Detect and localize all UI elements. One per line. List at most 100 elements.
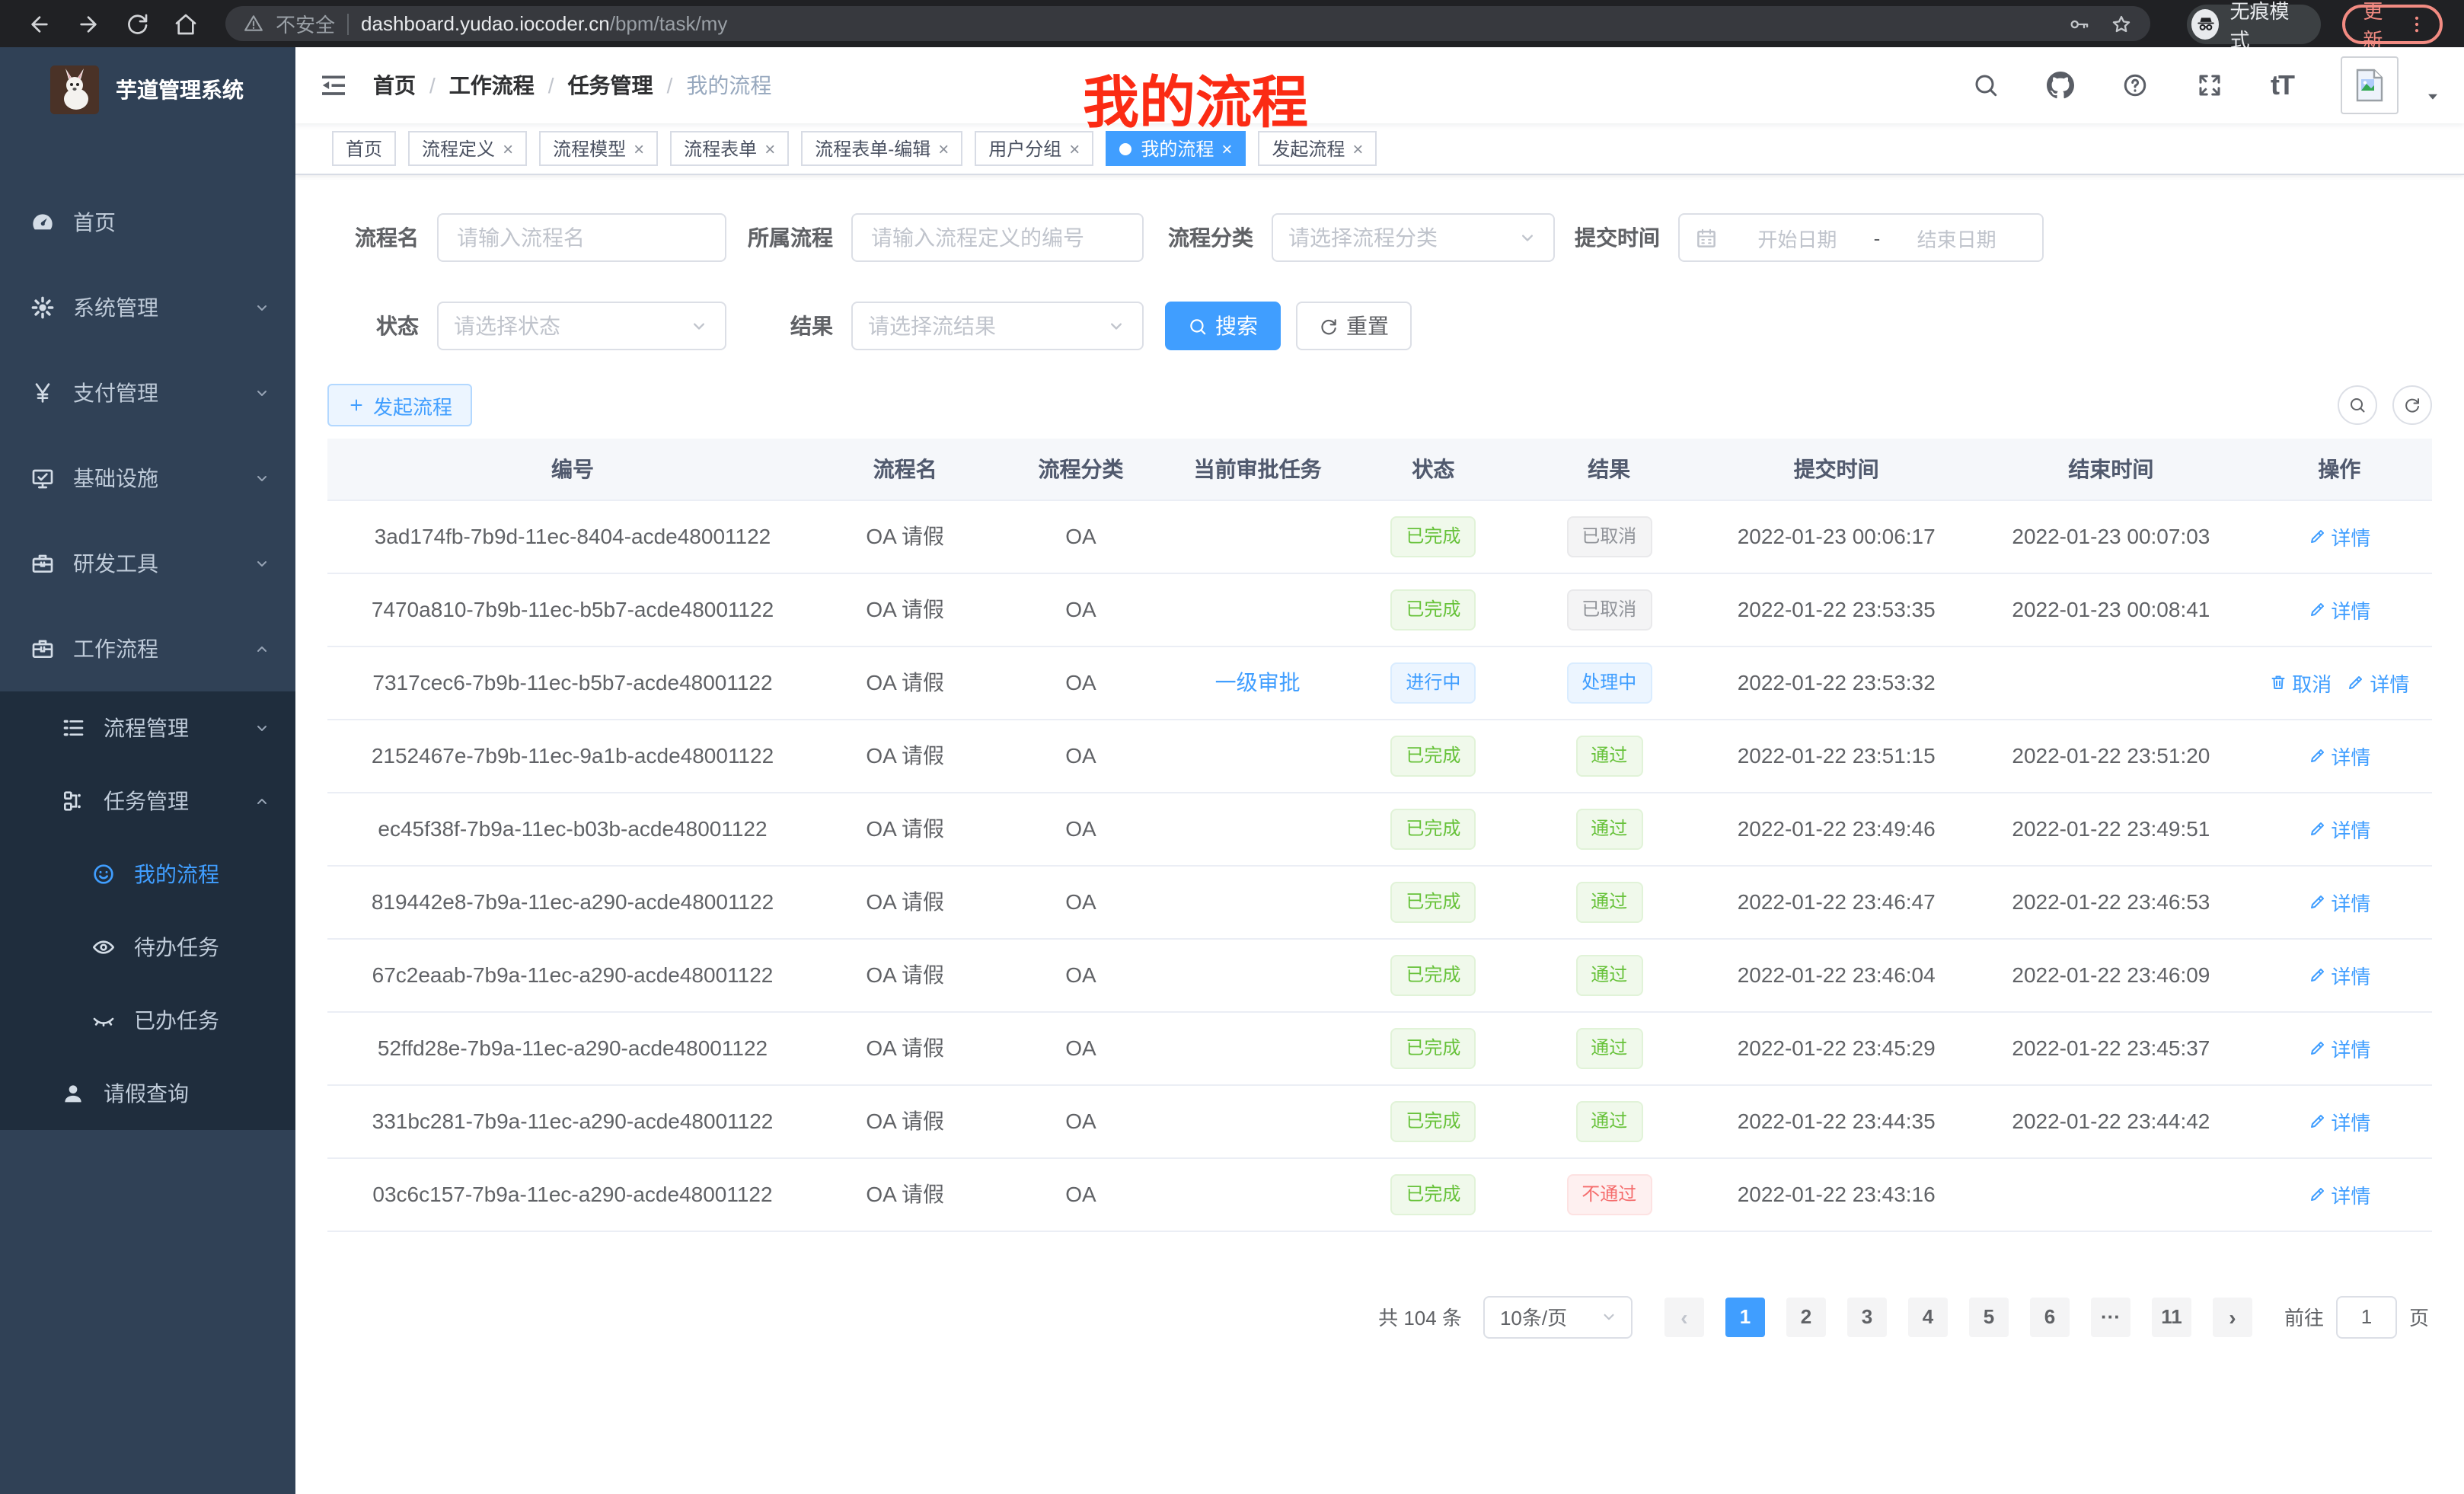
chevron-down-icon xyxy=(1599,1307,1619,1326)
action-label: 详情 xyxy=(2331,1033,2370,1062)
breadcrumb-item[interactable]: 任务管理 xyxy=(568,70,653,101)
detail-action-link[interactable]: 详情 xyxy=(2308,741,2370,770)
table-row: 52ffd28e-7b9a-11ec-a290-acde48001122OA 请… xyxy=(327,1011,2432,1084)
key-icon[interactable] xyxy=(2068,13,2089,34)
current-task-link[interactable]: 一级审批 xyxy=(1215,670,1301,694)
tab-我的流程[interactable]: 我的流程× xyxy=(1106,131,1246,166)
name-input[interactable] xyxy=(437,213,726,262)
reload-icon[interactable] xyxy=(125,11,149,36)
goto-page-input[interactable] xyxy=(2336,1295,2397,1338)
refresh-icon xyxy=(1319,316,1339,336)
page-button-1[interactable]: 1 xyxy=(1725,1297,1765,1336)
home-icon[interactable] xyxy=(174,11,198,36)
sidebar-item-workflow[interactable]: 工作流程 xyxy=(0,606,295,691)
cell-result: 通过 xyxy=(1521,1011,1697,1084)
refresh-table-button[interactable] xyxy=(2392,385,2432,425)
detail-action-link[interactable]: 详情 xyxy=(2308,960,2370,989)
sidebar-item-leave-query[interactable]: 请假查询 xyxy=(0,1057,295,1130)
category-select[interactable]: 请选择流程分类 xyxy=(1272,213,1555,262)
tab-流程定义[interactable]: 流程定义× xyxy=(408,131,527,166)
tab-close-icon[interactable]: × xyxy=(1352,138,1363,159)
detail-action-link[interactable]: 详情 xyxy=(2308,1033,2370,1062)
tab-close-icon[interactable]: × xyxy=(634,138,644,159)
detail-action-link[interactable]: 详情 xyxy=(2308,814,2370,843)
avatar[interactable] xyxy=(2341,56,2399,114)
tab-首页[interactable]: 首页 xyxy=(332,131,396,166)
detail-action-link[interactable]: 详情 xyxy=(2308,1106,2370,1135)
back-icon[interactable] xyxy=(27,11,52,36)
detail-action-link[interactable]: 详情 xyxy=(2347,668,2409,697)
page-button-11[interactable]: 11 xyxy=(2152,1297,2191,1336)
tab-流程表单[interactable]: 流程表单× xyxy=(670,131,789,166)
start-date-placeholder[interactable]: 开始日期 xyxy=(1727,223,1868,252)
security-label[interactable]: 不安全 xyxy=(276,9,335,38)
tab-流程表单-编辑[interactable]: 流程表单-编辑× xyxy=(801,131,962,166)
main-content: 流程名 所属流程 流程分类 请选择流程分类 提交时间 开始日期 - 结束日期 状… xyxy=(295,175,2464,1494)
sidebar-item-system[interactable]: 系统管理 xyxy=(0,265,295,350)
sidebar-item-infrastructure[interactable]: 基础设施 xyxy=(0,436,295,521)
next-page-button[interactable]: › xyxy=(2213,1297,2252,1336)
tab-发起流程[interactable]: 发起流程× xyxy=(1258,131,1377,166)
detail-action-link[interactable]: 详情 xyxy=(2308,595,2370,624)
tab-close-icon[interactable]: × xyxy=(764,138,775,159)
cell-end-time xyxy=(1975,1157,2247,1231)
page-button-2[interactable]: 2 xyxy=(1786,1297,1826,1336)
tab-close-icon[interactable]: × xyxy=(1069,138,1080,159)
sidebar-item-done-task[interactable]: 已办任务 xyxy=(0,984,295,1057)
prev-page-button[interactable]: ‹ xyxy=(1664,1297,1704,1336)
sidebar-item-my-process[interactable]: 我的流程 xyxy=(0,838,295,911)
search-icon[interactable] xyxy=(1960,72,2012,99)
fontsize-icon[interactable]: tT xyxy=(2258,69,2306,101)
detail-action-link[interactable]: 详情 xyxy=(2308,1180,2370,1208)
page-button-4[interactable]: 4 xyxy=(1908,1297,1948,1336)
toggle-search-button[interactable] xyxy=(2338,385,2377,425)
star-icon[interactable] xyxy=(2111,13,2132,34)
menu-dots-icon[interactable] xyxy=(2406,13,2427,34)
action-label: 详情 xyxy=(2331,814,2370,843)
result-badge: 通过 xyxy=(1575,1100,1642,1141)
sidebar-item-todo-task[interactable]: 待办任务 xyxy=(0,911,295,984)
reset-button[interactable]: 重置 xyxy=(1296,302,1412,350)
sidebar-item-devtools[interactable]: 研发工具 xyxy=(0,521,295,606)
page-button-6[interactable]: 6 xyxy=(2030,1297,2070,1336)
result-select[interactable]: 请选择流结果 xyxy=(851,302,1144,350)
tab-close-icon[interactable]: × xyxy=(1221,138,1232,159)
search-button[interactable]: 搜索 xyxy=(1165,302,1281,350)
address-bar[interactable]: 不安全 dashboard.yudao.iocoder.cn/bpm/task/… xyxy=(225,6,2150,41)
github-icon[interactable] xyxy=(2035,72,2086,99)
cell-status: 已完成 xyxy=(1346,1157,1521,1231)
page-button-5[interactable]: 5 xyxy=(1969,1297,2009,1336)
question-icon[interactable] xyxy=(2109,72,2161,99)
breadcrumb-item[interactable]: 工作流程 xyxy=(449,70,535,101)
hamburger-icon[interactable] xyxy=(318,70,349,101)
cell-actions: 详情 xyxy=(2247,1084,2432,1157)
column-header: 操作 xyxy=(2247,439,2432,500)
sidebar-item-payment[interactable]: 支付管理 xyxy=(0,350,295,436)
page-button-3[interactable]: 3 xyxy=(1847,1297,1887,1336)
tab-用户分组[interactable]: 用户分组× xyxy=(975,131,1093,166)
sidebar-item-process-mgmt[interactable]: 流程管理 xyxy=(0,691,295,765)
status-select[interactable]: 请选择状态 xyxy=(437,302,726,350)
tab-流程模型[interactable]: 流程模型× xyxy=(539,131,658,166)
create-process-button[interactable]: 发起流程 xyxy=(327,384,472,426)
tab-close-icon[interactable]: × xyxy=(938,138,949,159)
cancel-action-link[interactable]: 取消 xyxy=(2269,668,2332,697)
breadcrumb-item[interactable]: 首页 xyxy=(373,70,416,101)
update-button[interactable]: 更新 xyxy=(2341,4,2443,43)
process-input[interactable] xyxy=(851,213,1144,262)
forward-icon[interactable] xyxy=(76,11,101,36)
tab-close-icon[interactable]: × xyxy=(503,138,513,159)
fullscreen-icon[interactable] xyxy=(2184,72,2236,99)
end-date-placeholder[interactable]: 结束日期 xyxy=(1886,223,2027,252)
sidebar-item-home[interactable]: 首页 xyxy=(0,180,295,265)
caret-down-icon[interactable] xyxy=(2424,88,2441,104)
submit-time-range[interactable]: 开始日期 - 结束日期 xyxy=(1678,213,2044,262)
page-size-select[interactable]: 10条/页 xyxy=(1483,1295,1633,1338)
more-pages-button[interactable]: ··· xyxy=(2091,1297,2130,1336)
cell-result: 通过 xyxy=(1521,719,1697,792)
detail-action-link[interactable]: 详情 xyxy=(2308,887,2370,916)
sidebar-item-task-mgmt[interactable]: 任务管理 xyxy=(0,765,295,838)
detail-action-link[interactable]: 详情 xyxy=(2308,522,2370,551)
url-text[interactable]: dashboard.yudao.iocoder.cn/bpm/task/my xyxy=(361,12,727,35)
security-warning-icon[interactable] xyxy=(244,14,263,34)
